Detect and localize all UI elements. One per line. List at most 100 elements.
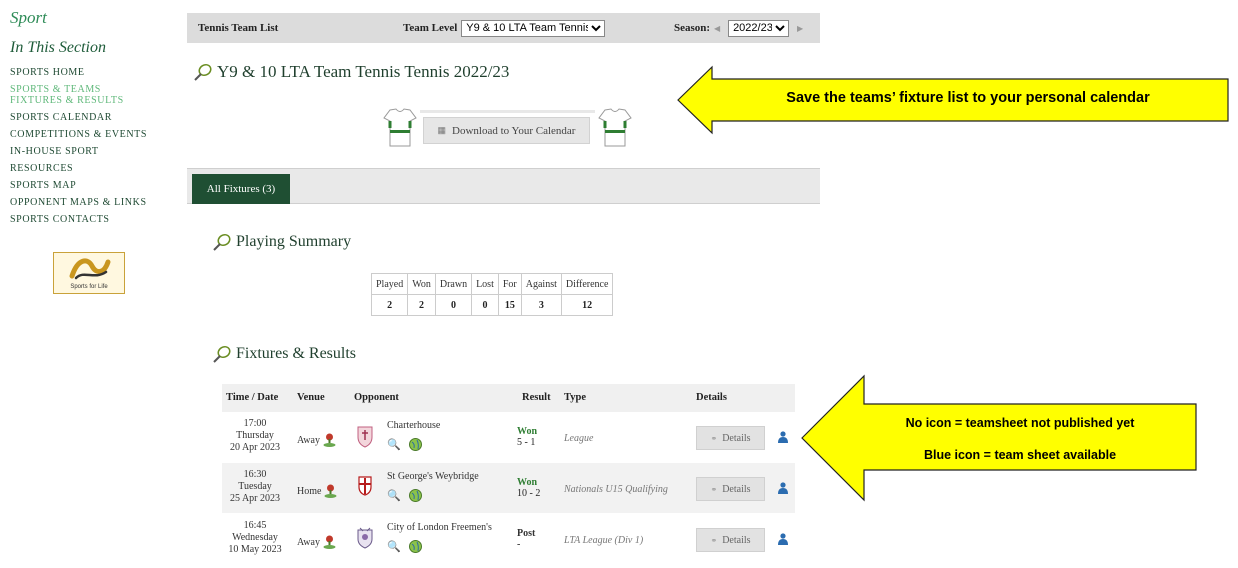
table-row: 16:30 Tuesday 25 Apr 2023 Home St George… <box>222 463 795 514</box>
fixture-day: Wednesday <box>232 532 278 543</box>
summary-value: 2 <box>407 294 436 316</box>
fixture-result: Won 10 - 2 <box>517 477 540 499</box>
teamsheet-callout-line2: Blue icon = team sheet available <box>923 448 1117 462</box>
home-kit-icon <box>383 108 417 147</box>
summary-value: 3 <box>520 294 562 316</box>
sidebar-item-fixtures-results[interactable]: FIXTURES & RESULTS <box>10 95 170 106</box>
venue-label: Away <box>297 536 320 548</box>
tab-all-fixtures[interactable]: All Fixtures (3) <box>192 174 290 204</box>
fixture-date: 25 Apr 2023 <box>230 493 280 504</box>
playing-summary-table: Played Won Drawn Lost For Against Differ… <box>370 273 614 316</box>
venue-map-pin-icon[interactable] <box>324 484 337 498</box>
fixtures-results-title: Fixtures & Results <box>236 345 357 362</box>
tennis-racket-icon <box>213 345 231 363</box>
sidebar-item-opponent-maps[interactable]: OPPONENT MAPS & LINKS <box>10 197 170 208</box>
sidebar: Sport In This Section SPORTS HOME SPORTS… <box>10 8 170 231</box>
fixture-type: Nationals U15 Qualifying <box>564 484 668 495</box>
summary-value: 15 <box>497 294 522 316</box>
playing-summary-title: Playing Summary <box>236 233 352 250</box>
opponent-name[interactable]: St George's Weybridge <box>387 471 479 483</box>
website-globe-icon[interactable] <box>409 438 422 451</box>
sidebar-subtitle: In This Section <box>10 39 106 56</box>
fixture-date: 20 Apr 2023 <box>230 442 280 453</box>
fixture-opponent: St George's Weybridge 🔍 <box>387 471 479 502</box>
fixture-opponent: City of London Freemen's 🔍 <box>387 522 492 553</box>
website-globe-icon[interactable] <box>409 540 422 553</box>
summary-header: Played <box>370 273 409 295</box>
venue-map-pin-icon[interactable] <box>323 535 336 549</box>
fixture-venue: Away <box>297 433 336 447</box>
season-next-icon[interactable]: ▶ <box>793 24 807 33</box>
season-select[interactable]: 2022/23 <box>728 19 790 37</box>
details-button[interactable]: ⚭ Details <box>696 477 765 501</box>
opponent-crest-icon <box>357 527 373 549</box>
teamsheet-callout-arrow <box>801 374 1197 502</box>
result-label: Won <box>517 426 538 437</box>
sidebar-item-competitions-events[interactable]: COMPETITIONS & EVENTS <box>10 129 170 140</box>
opponent-crest-icon <box>357 426 373 448</box>
venue-label: Away <box>297 434 320 446</box>
team-level-group: Team Level Y9 & 10 LTA Team Tennis <box>403 19 606 37</box>
team-toolbar: Tennis Team List Team Level Y9 & 10 LTA … <box>187 13 820 43</box>
sidebar-item-resources[interactable]: RESOURCES <box>10 163 170 174</box>
team-level-label: Team Level <box>403 22 458 34</box>
venue-label: Home <box>297 485 322 497</box>
teamsheet-person-icon[interactable] <box>778 533 788 545</box>
website-globe-icon[interactable] <box>409 489 422 502</box>
opponent-crest-icon <box>358 476 372 496</box>
summary-header: Against <box>520 273 562 295</box>
result-score: - <box>517 539 521 550</box>
fixture-venue: Away <box>297 535 336 549</box>
link-icon: ⚭ <box>710 433 718 443</box>
tennis-racket-icon <box>213 233 231 251</box>
details-button[interactable]: ⚭ Details <box>696 426 765 450</box>
details-label: Details <box>722 534 751 546</box>
team-level-select[interactable]: Y9 & 10 LTA Team Tennis <box>461 19 606 37</box>
details-label: Details <box>722 432 751 444</box>
sidebar-item-sports-calendar[interactable]: SPORTS CALENDAR <box>10 112 170 123</box>
search-icon[interactable]: 🔍 <box>387 541 403 553</box>
teamsheet-person-icon[interactable] <box>778 431 788 443</box>
sidebar-item-in-house-sport[interactable]: IN-HOUSE SPORT <box>10 146 170 157</box>
sidebar-item-sports-map[interactable]: SPORTS MAP <box>10 180 170 191</box>
calendar-callout-text: Save the teams’ fixture list to your per… <box>786 90 1150 106</box>
search-icon[interactable]: 🔍 <box>387 490 403 502</box>
fixtures-tab-bar: All Fixtures (3) <box>187 168 820 204</box>
link-icon: ⚭ <box>710 484 718 494</box>
sidebar-item-sports-teams[interactable]: SPORTS & TEAMS <box>10 84 170 95</box>
fixture-result: Post - <box>517 528 535 550</box>
runner-logo-icon <box>69 258 111 280</box>
fixture-datetime: 17:00 Thursday 20 Apr 2023 <box>222 418 288 454</box>
page-title: Y9 & 10 LTA Team Tennis Tennis 2022/23 <box>193 62 509 82</box>
search-icon[interactable]: 🔍 <box>387 439 403 451</box>
table-row: 17:00 Thursday 20 Apr 2023 Away Charterh… <box>222 412 795 463</box>
fixture-type: League <box>564 433 594 444</box>
summary-value: 0 <box>434 294 473 316</box>
download-calendar-button[interactable]: ▦ Download to Your Calendar <box>423 117 590 144</box>
venue-map-pin-icon[interactable] <box>323 433 336 447</box>
opponent-name[interactable]: City of London Freemen's <box>387 522 492 534</box>
sidebar-item-sports-contacts[interactable]: SPORTS CONTACTS <box>10 214 170 225</box>
fixture-type: LTA League (Div 1) <box>564 535 644 546</box>
result-score: 5 - 1 <box>517 437 536 448</box>
sidebar-item-sports-home[interactable]: SPORTS HOME <box>10 67 170 78</box>
tennis-racket-icon <box>194 63 212 81</box>
toolbar-list-title: Tennis Team List <box>198 22 279 34</box>
summary-header-row: Played Won Drawn Lost For Against Differ… <box>370 273 614 295</box>
details-button[interactable]: ⚭ Details <box>696 528 765 552</box>
teamsheet-person-icon[interactable] <box>778 482 788 494</box>
season-prev-icon[interactable]: ◀ <box>710 24 724 33</box>
summary-value-row: 2 2 0 0 15 3 12 <box>370 294 614 316</box>
col-opponent: Opponent <box>354 392 399 403</box>
away-kit-icon <box>598 108 632 147</box>
fixture-datetime: 16:30 Tuesday 25 Apr 2023 <box>222 469 288 505</box>
teamsheet-callout-line1: No icon = teamsheet not published yet <box>905 416 1135 430</box>
opponent-name[interactable]: Charterhouse <box>387 420 440 432</box>
col-result: Result <box>522 392 551 403</box>
page-title-text: Y9 & 10 LTA Team Tennis Tennis 2022/23 <box>217 62 510 81</box>
result-score: 10 - 2 <box>517 488 541 499</box>
result-label: Post <box>517 528 536 539</box>
fixture-date: 10 May 2023 <box>228 544 282 555</box>
fixtures-table: Time / Date Venue Opponent Result Type D… <box>222 384 795 565</box>
sports-for-life-logo[interactable]: Sports for Life <box>53 252 125 294</box>
